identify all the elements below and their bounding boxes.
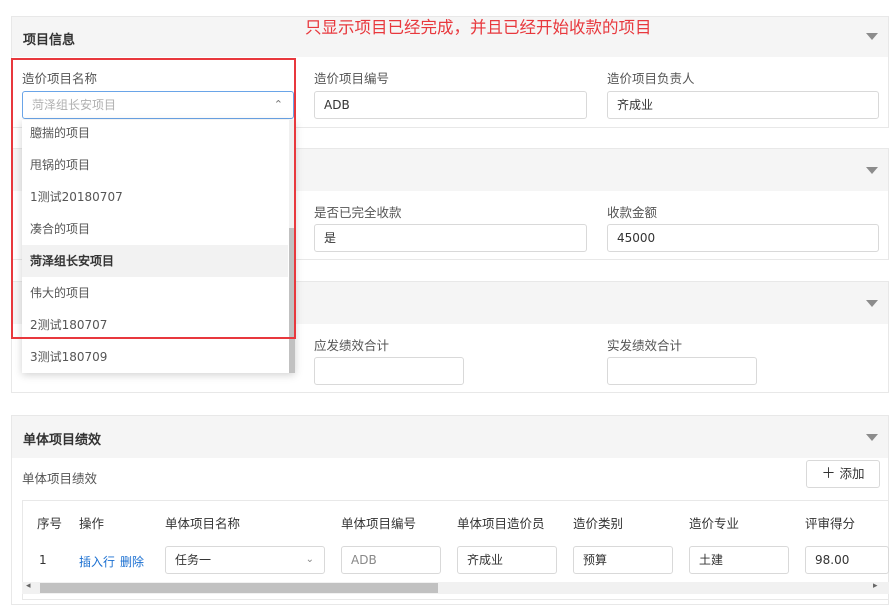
subproject-header[interactable]: 单体项目绩效 xyxy=(12,416,888,458)
subproject-staff-field[interactable]: 齐成业 xyxy=(457,546,557,574)
chevron-down-icon: ⌄ xyxy=(305,554,314,565)
insert-row-link[interactable]: 插入行 xyxy=(79,553,115,570)
subproject-subtitle: 单体项目绩效 xyxy=(22,471,98,486)
dropdown-option[interactable]: 3测试180709 xyxy=(22,341,288,373)
row-index: 1 xyxy=(39,553,47,567)
col-header-score: 评审得分 xyxy=(805,516,856,531)
project-code-label: 造价项目编号 xyxy=(314,71,390,86)
collapse-chevron-icon[interactable] xyxy=(866,434,878,441)
due-performance-label: 应发绩效合计 xyxy=(314,338,390,353)
project-info-title: 项目信息 xyxy=(23,33,76,48)
payment-amount-field[interactable]: 45000 xyxy=(607,224,879,252)
delete-row-link[interactable]: 删除 xyxy=(120,553,144,570)
due-performance-field[interactable] xyxy=(314,357,464,385)
collapse-chevron-icon[interactable] xyxy=(866,300,878,307)
scroll-right-icon[interactable]: ▸ xyxy=(873,581,878,591)
project-owner-field[interactable]: 齐成业 xyxy=(607,91,879,119)
collapse-chevron-icon[interactable] xyxy=(866,167,878,174)
fully-paid-label: 是否已完全收款 xyxy=(314,205,402,220)
subproject-score-field[interactable]: 98.00 xyxy=(805,546,889,574)
col-header-index: 序号 xyxy=(37,516,63,531)
highlight-box xyxy=(11,58,296,339)
project-owner-label: 造价项目负责人 xyxy=(607,71,695,86)
notice-text: 只显示项目已经完成，并且已经开始收款的项目 xyxy=(305,18,652,37)
actual-performance-field[interactable] xyxy=(607,357,757,385)
subproject-major-field[interactable]: 土建 xyxy=(689,546,789,574)
add-button-label: 添加 xyxy=(839,466,865,481)
col-header-category: 造价类别 xyxy=(573,516,624,531)
actual-performance-label: 实发绩效合计 xyxy=(607,338,683,353)
col-header-name: 单体项目名称 xyxy=(165,516,241,531)
col-header-staff: 单体项目造价员 xyxy=(457,516,545,531)
horizontal-scrollbar-thumb[interactable] xyxy=(40,583,438,593)
scroll-left-icon[interactable]: ◂ xyxy=(26,581,31,591)
plus-icon: ＋ xyxy=(821,466,836,482)
subproject-title: 单体项目绩效 xyxy=(23,433,102,448)
add-button[interactable]: ＋ 添加 xyxy=(806,460,880,488)
project-code-field[interactable]: ADB xyxy=(314,91,587,119)
col-header-action: 操作 xyxy=(79,516,105,531)
col-header-major: 造价专业 xyxy=(689,516,740,531)
subproject-code-field[interactable]: ADB xyxy=(341,546,441,574)
collapse-chevron-icon[interactable] xyxy=(866,33,878,40)
col-header-code: 单体项目编号 xyxy=(341,516,417,531)
fully-paid-field[interactable]: 是 xyxy=(314,224,587,252)
subproject-name-value: 任务一 xyxy=(175,553,212,567)
subproject-category-field[interactable]: 预算 xyxy=(573,546,673,574)
payment-amount-label: 收款金额 xyxy=(607,205,658,220)
subproject-name-select[interactable]: 任务一 ⌄ xyxy=(165,546,325,574)
